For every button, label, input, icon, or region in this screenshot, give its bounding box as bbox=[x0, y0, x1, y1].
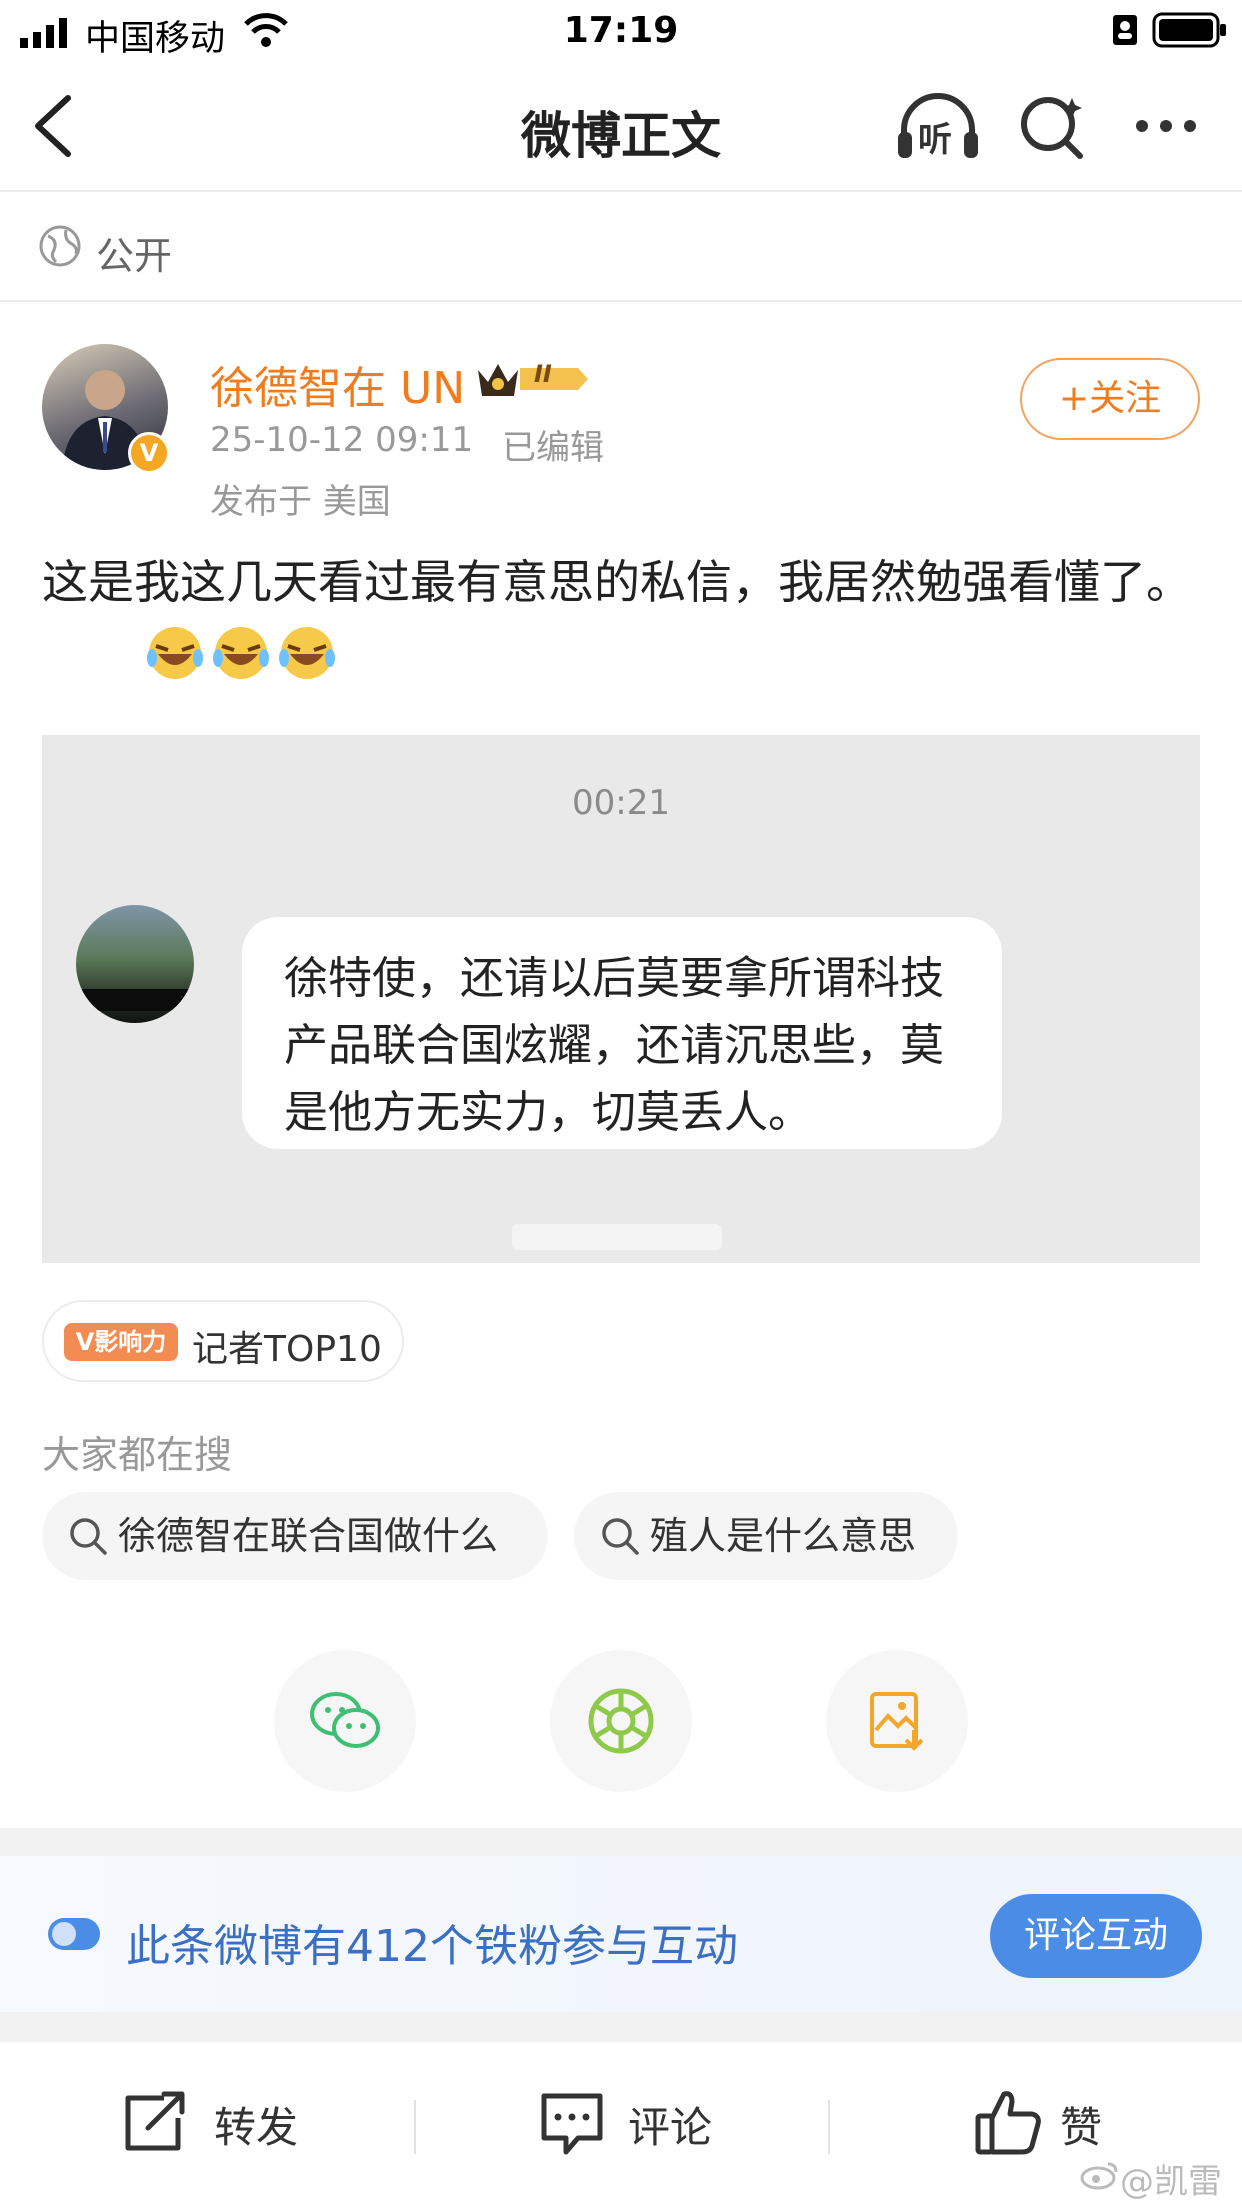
author-name[interactable]: 徐德智在 UN bbox=[210, 352, 465, 416]
repost-button[interactable]: 转发 bbox=[120, 2042, 320, 2208]
status-bar: 中国移动 17:19 bbox=[0, 0, 1242, 62]
clock: 17:19 bbox=[563, 10, 679, 51]
message-text: 徐特使，还请以后莫要拿所谓科技产品联合国炫耀，还请沉思些，莫是他方无实力，切莫丢… bbox=[284, 953, 944, 1138]
listen-button[interactable]: 听 bbox=[896, 92, 980, 162]
post-text: 这是我这几天看过最有意思的私信，我居然勉强看懂了。 bbox=[42, 555, 1192, 609]
battery-icon bbox=[1152, 12, 1226, 48]
toolbar-divider bbox=[414, 2100, 416, 2154]
verified-badge: V bbox=[128, 432, 170, 474]
post-image[interactable]: 00:21 徐特使，还请以后莫要拿所谓科技产品联合国炫耀，还请沉思些，莫是他方无… bbox=[42, 735, 1200, 1263]
influence-text: 记者TOP10 bbox=[192, 1329, 382, 1370]
hot-search-chip[interactable]: 徐德智在联合国做什么 bbox=[42, 1492, 548, 1580]
search-icon[interactable] bbox=[1018, 92, 1088, 162]
listen-label: 听 bbox=[918, 120, 952, 160]
level-badge-text: II bbox=[534, 360, 552, 388]
hot-search-text: 徐德智在联合国做什么 bbox=[118, 1514, 499, 1558]
sender-avatar-bar bbox=[76, 989, 194, 1011]
hot-search-chip[interactable]: 殖人是什么意思 bbox=[574, 1492, 958, 1580]
watermark: @凯雷 bbox=[1120, 2162, 1222, 2202]
comment-button[interactable]: 评论 bbox=[538, 2042, 738, 2208]
thumbs-up-icon bbox=[975, 2091, 1041, 2155]
post-location: 发布于 美国 bbox=[210, 482, 391, 522]
blurred-watermark bbox=[512, 1224, 722, 1250]
save-image-icon bbox=[870, 1692, 924, 1751]
globe-icon bbox=[39, 225, 81, 267]
section-divider bbox=[0, 2012, 1242, 2042]
message-timestamp: 00:21 bbox=[572, 783, 670, 823]
share-moments-button[interactable] bbox=[550, 1650, 692, 1792]
search-icon bbox=[602, 1518, 639, 1555]
like-label: 赞 bbox=[1060, 2103, 1103, 2152]
influence-tag[interactable]: V影响力 记者TOP10 bbox=[42, 1300, 404, 1382]
weibo-logo-icon bbox=[1080, 2162, 1118, 2190]
crown-level-badge-icon bbox=[478, 364, 588, 396]
share-wechat-button[interactable] bbox=[274, 1650, 416, 1792]
repost-label: 转发 bbox=[214, 2103, 299, 2152]
moments-icon bbox=[588, 1688, 654, 1754]
comment-label: 评论 bbox=[628, 2103, 713, 2152]
hot-search-title: 大家都在搜 bbox=[42, 1433, 233, 1477]
post-time: 25-10-12 09:11 bbox=[210, 420, 474, 460]
sender-avatar bbox=[76, 905, 194, 1023]
follow-button[interactable]: +关注 bbox=[1020, 358, 1200, 440]
more-icon[interactable] bbox=[1134, 116, 1198, 136]
message-bubble: 徐特使，还请以后莫要拿所谓科技产品联合国炫耀，还请沉思些，莫是他方无实力，切莫丢… bbox=[242, 917, 1002, 1149]
section-divider bbox=[0, 1828, 1242, 1856]
nav-bar: 微博正文 听 bbox=[0, 62, 1242, 192]
wechat-icon bbox=[310, 1692, 380, 1748]
emoji-row bbox=[146, 624, 356, 682]
post-body: 这是我这几天看过最有意思的私信，我居然勉强看懂了。 bbox=[42, 548, 1202, 616]
fan-toggle-icon bbox=[48, 1918, 100, 1950]
contact-card-icon bbox=[1113, 15, 1137, 45]
visibility-row: 公开 bbox=[0, 192, 1242, 302]
influence-badge: V影响力 bbox=[64, 1323, 178, 1361]
edited-label[interactable]: 已编辑 bbox=[502, 420, 604, 469]
comment-icon bbox=[541, 2093, 603, 2155]
toolbar-divider bbox=[828, 2100, 830, 2154]
repost-icon bbox=[125, 2091, 185, 2151]
comment-interact-button[interactable]: 评论互动 bbox=[990, 1894, 1202, 1978]
fans-interaction-banner[interactable]: 此条微博有412个铁粉参与互动 评论互动 bbox=[0, 1856, 1242, 2012]
visibility-label: 公开 bbox=[96, 234, 173, 278]
laugh-cry-emoji-icon bbox=[147, 627, 335, 679]
bottom-toolbar: 转发 评论 赞 bbox=[0, 2042, 1242, 2208]
fans-text: 此条微博有412个铁粉参与互动 bbox=[126, 1921, 738, 1972]
save-image-button[interactable] bbox=[826, 1650, 968, 1792]
search-icon bbox=[70, 1518, 107, 1555]
hot-search-text: 殖人是什么意思 bbox=[650, 1514, 917, 1558]
